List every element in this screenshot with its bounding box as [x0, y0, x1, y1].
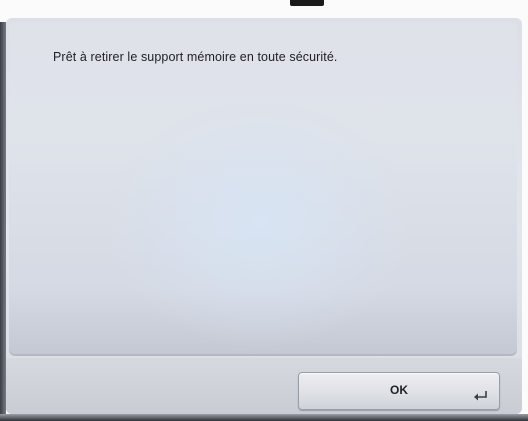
message-panel: Prêt à retirer le support mémoire en tou…	[9, 22, 517, 356]
ok-button[interactable]: OK	[298, 372, 500, 410]
bezel-fragment	[290, 0, 324, 6]
device-photo: Prêt à retirer le support mémoire en tou…	[0, 0, 528, 421]
bezel-bottom-edge	[0, 414, 528, 421]
button-bar: OK	[6, 358, 522, 414]
enter-return-icon	[474, 391, 487, 401]
ok-button-label: OK	[390, 383, 408, 397]
touch-screen: Prêt à retirer le support mémoire en tou…	[6, 18, 522, 414]
dialog-message: Prêt à retirer le support mémoire en tou…	[53, 50, 338, 64]
